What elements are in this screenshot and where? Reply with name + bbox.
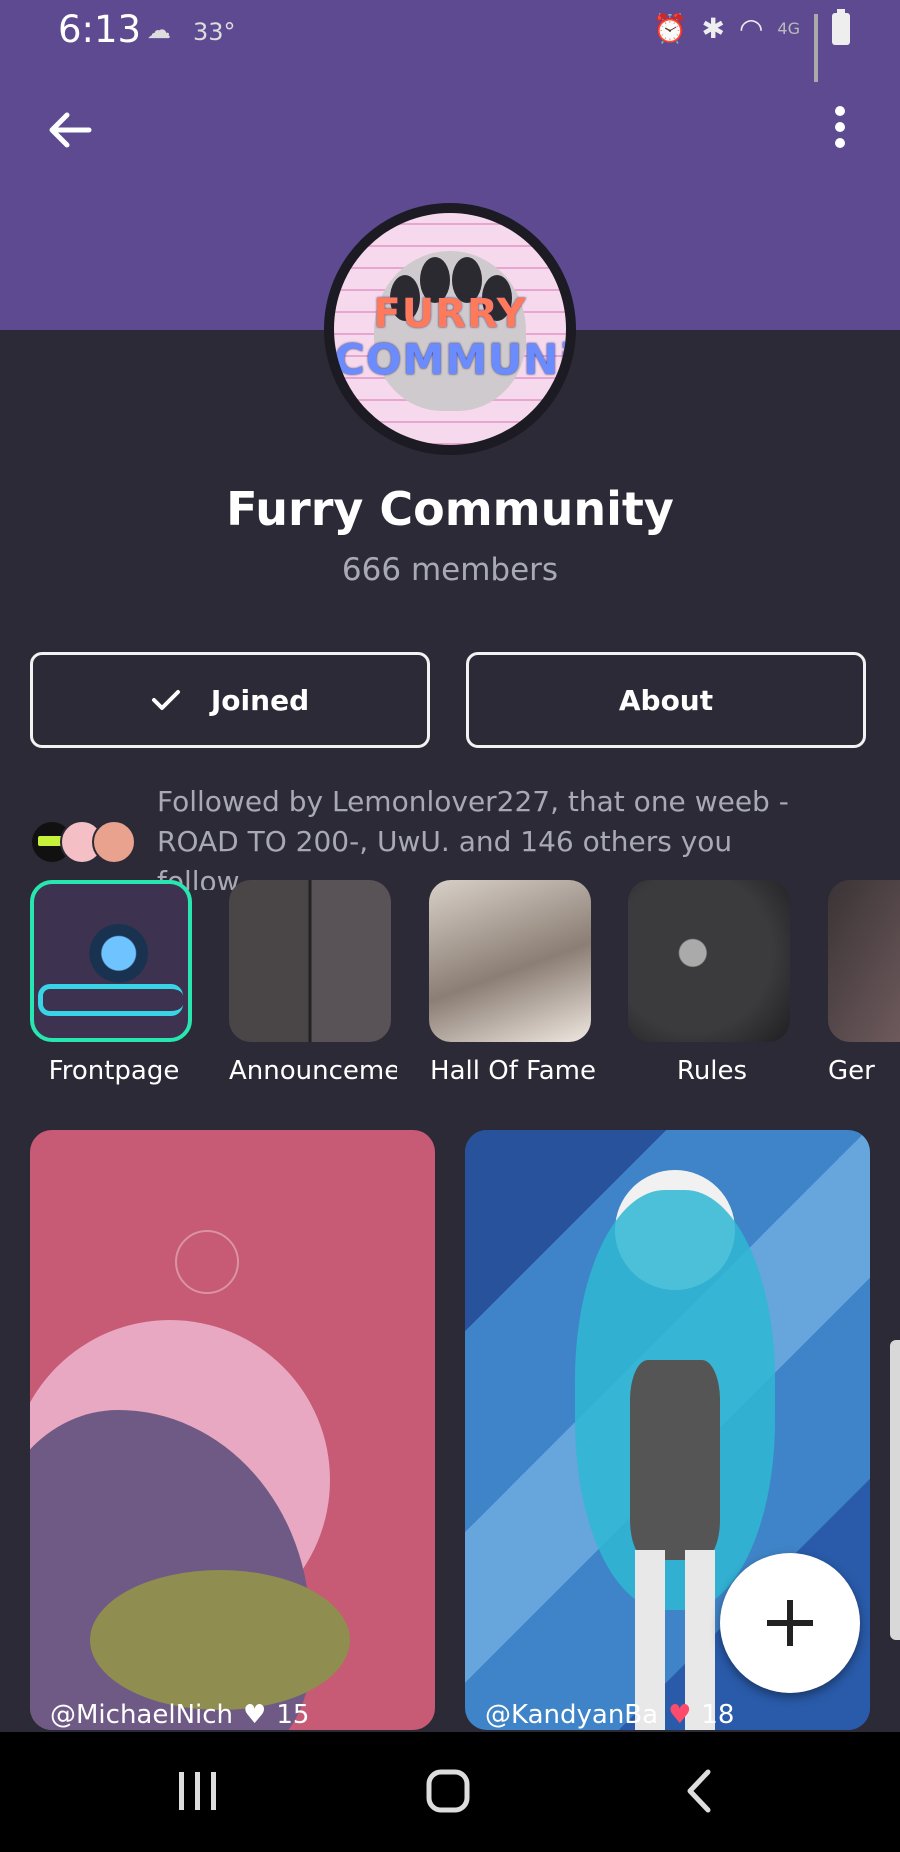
recent-apps-icon [179, 1772, 216, 1810]
more-vertical-icon [820, 106, 860, 148]
recent-apps-button[interactable] [157, 1762, 237, 1822]
avatar-logo-text-line1: FURRY [373, 291, 527, 337]
category-label: Frontpage [48, 1056, 180, 1086]
category-label: Ger [828, 1056, 875, 1086]
system-back-button[interactable] [660, 1762, 740, 1822]
avatar-logo-text-line2: COMMUNiTY [334, 335, 566, 384]
status-time: 6:13 [58, 8, 142, 51]
status-temperature: 33° [193, 18, 236, 46]
post-card[interactable]: @MichaelNich ♥ 15 [30, 1130, 435, 1730]
scroll-handle[interactable] [890, 1340, 900, 1640]
joined-label: Joined [210, 683, 310, 717]
like-count: 18 [701, 1700, 735, 1730]
create-post-button[interactable] [720, 1553, 860, 1693]
post-author: @KandyanBa [485, 1700, 659, 1730]
post-footer: @MichaelNich ♥ 15 [30, 1700, 435, 1730]
category-hall-of-fame[interactable]: Hall Of Fame [429, 880, 596, 1086]
more-options-button[interactable] [820, 100, 860, 160]
category-thumbnail [229, 880, 391, 1042]
category-label: Hall Of Fame [430, 1056, 596, 1086]
system-nav-bar [0, 1732, 900, 1852]
category-general[interactable]: Ger [828, 880, 900, 1086]
member-count: 666 members [341, 552, 559, 588]
joined-button[interactable]: Joined [30, 652, 430, 748]
network-type-label: 4G [777, 19, 800, 38]
category-thumbnail [628, 880, 790, 1042]
category-label: Announceme [229, 1056, 397, 1086]
avatar [92, 820, 136, 864]
signal-icon [814, 13, 818, 82]
community-avatar[interactable]: FURRY COMMUNiTY [334, 213, 566, 445]
post-footer: @KandyanBa ♥ 18 [465, 1700, 870, 1730]
category-frontpage[interactable]: Frontpage [30, 880, 192, 1086]
follower-avatars[interactable] [30, 820, 140, 864]
heart-icon: ♥ [243, 1700, 267, 1730]
heart-icon: ♥ [668, 1700, 692, 1730]
category-carousel[interactable]: Frontpage Announceme Hall Of Fame Rules … [0, 880, 900, 1100]
status-icons: ⏰ ✱ ◠ 4G [652, 8, 850, 82]
wifi-icon: ◠ [738, 12, 764, 45]
community-title: Furry Community [226, 482, 674, 536]
like-count: 15 [276, 1700, 310, 1730]
status-bar: 6:13 ☁ 33° ⏰ ✱ ◠ 4G [0, 0, 900, 82]
category-label: Rules [676, 1056, 748, 1086]
arrow-left-icon [49, 112, 92, 148]
category-thumbnail [828, 880, 900, 1042]
about-button[interactable]: About [466, 652, 866, 748]
cloud-icon: ☁ [147, 16, 171, 44]
battery-icon [832, 8, 850, 45]
home-button[interactable] [408, 1762, 488, 1822]
category-thumbnail [429, 880, 591, 1042]
bluetooth-icon: ✱ [701, 12, 725, 45]
alarm-icon: ⏰ [652, 12, 688, 45]
home-icon [426, 1769, 470, 1813]
category-announcements[interactable]: Announceme [229, 880, 397, 1086]
post-author: @MichaelNich [50, 1700, 234, 1730]
followed-by-text: Followed by Lemonlover227, that one weeb… [157, 785, 789, 890]
back-button[interactable] [45, 105, 95, 155]
about-label: About [618, 683, 714, 717]
check-icon [151, 690, 180, 710]
category-rules[interactable]: Rules [628, 880, 790, 1086]
chevron-left-icon [687, 1769, 711, 1813]
category-thumbnail [30, 880, 192, 1042]
